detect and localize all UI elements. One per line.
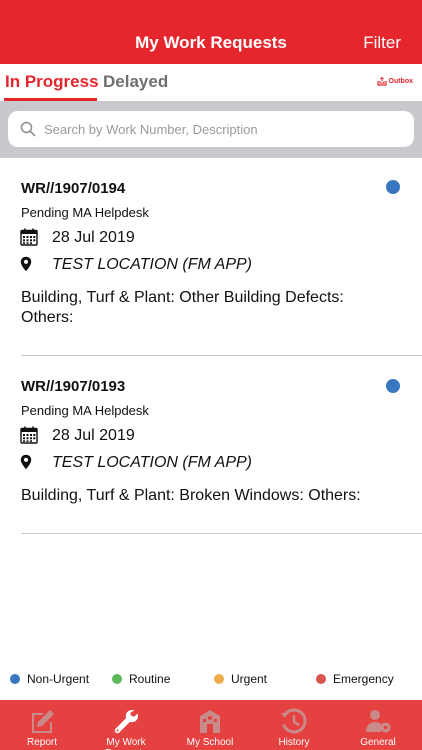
outbox-button[interactable]: Outbox bbox=[376, 77, 414, 86]
wrench-icon bbox=[114, 710, 138, 734]
work-request-date: 28 Jul 2019 bbox=[52, 427, 135, 444]
tabbar-item-history[interactable]: History bbox=[252, 700, 336, 750]
legend-routine: Routine bbox=[112, 672, 170, 686]
search-input[interactable] bbox=[44, 121, 404, 137]
legend-dot bbox=[214, 674, 224, 684]
filter-button[interactable]: Filter bbox=[363, 33, 401, 53]
work-request-card[interactable]: WR//1907/0193 Pending MA Helpdesk 28 Jul… bbox=[0, 356, 422, 534]
priority-dot bbox=[386, 379, 400, 393]
outbox-label: Outbox bbox=[388, 78, 414, 85]
legend-label: Emergency bbox=[333, 672, 394, 686]
search-icon bbox=[20, 121, 36, 137]
legend-urgent: Urgent bbox=[214, 672, 267, 686]
bottom-tab-bar: Report My Work Requests My School Histor… bbox=[0, 700, 422, 750]
user-gear-icon bbox=[366, 710, 391, 733]
priority-legend: Non-Urgent Routine Urgent Emergency bbox=[0, 672, 422, 692]
work-request-location: TEST LOCATION (FM APP) bbox=[52, 256, 253, 273]
edit-icon bbox=[32, 710, 54, 733]
work-request-card[interactable]: WR//1907/0194 Pending MA Helpdesk 28 Jul… bbox=[0, 158, 422, 356]
outbox-icon bbox=[376, 77, 387, 86]
search-field[interactable] bbox=[8, 111, 414, 147]
legend-label: Non-Urgent bbox=[27, 672, 90, 686]
work-request-status: Pending MA Helpdesk bbox=[21, 205, 149, 220]
tab-delayed[interactable]: Delayed bbox=[103, 72, 168, 92]
calendar-icon bbox=[20, 426, 38, 444]
calendar-icon bbox=[20, 228, 38, 246]
search-bar bbox=[0, 101, 422, 158]
legend-non-urgent: Non-Urgent bbox=[10, 672, 89, 686]
nav-header: My Work Requests Filter bbox=[0, 0, 422, 64]
school-icon bbox=[200, 710, 220, 733]
tabbar-item-report[interactable]: Report bbox=[0, 700, 84, 750]
work-request-description: Building, Turf & Plant: Broken Windows: … bbox=[21, 487, 361, 504]
tabbar-label: My Work Requests bbox=[105, 737, 147, 750]
card-divider bbox=[21, 533, 422, 534]
tabbar-label: Report bbox=[26, 737, 57, 748]
tabbar-item-my-school[interactable]: My School bbox=[168, 700, 252, 750]
status-tabs: In Progress Delayed Outbox bbox=[0, 64, 422, 101]
legend-dot bbox=[316, 674, 326, 684]
tab-in-progress[interactable]: In Progress bbox=[5, 72, 99, 92]
work-request-number: WR//1907/0194 bbox=[21, 180, 126, 197]
legend-label: Urgent bbox=[231, 672, 268, 686]
tabbar-label: My School bbox=[186, 737, 234, 748]
legend-dot bbox=[112, 674, 122, 684]
location-pin-icon bbox=[20, 454, 32, 470]
work-request-date: 28 Jul 2019 bbox=[52, 229, 135, 246]
legend-label: Routine bbox=[129, 672, 171, 686]
work-request-number: WR//1907/0193 bbox=[21, 378, 126, 395]
work-request-status: Pending MA Helpdesk bbox=[21, 403, 149, 418]
work-request-location: TEST LOCATION (FM APP) bbox=[52, 454, 253, 471]
legend-dot bbox=[10, 674, 20, 684]
legend-emergency: Emergency bbox=[316, 672, 394, 686]
location-pin-icon bbox=[20, 256, 32, 272]
tabbar-label: General bbox=[360, 737, 396, 748]
priority-dot bbox=[386, 180, 400, 194]
history-icon bbox=[281, 708, 307, 734]
tabbar-item-general[interactable]: General bbox=[336, 700, 420, 750]
work-request-description: Building, Turf & Plant: Other Building D… bbox=[21, 289, 344, 326]
tabbar-label: History bbox=[278, 737, 310, 748]
tabbar-item-my-work-requests[interactable]: My Work Requests bbox=[84, 700, 168, 750]
page-title: My Work Requests bbox=[135, 33, 287, 52]
